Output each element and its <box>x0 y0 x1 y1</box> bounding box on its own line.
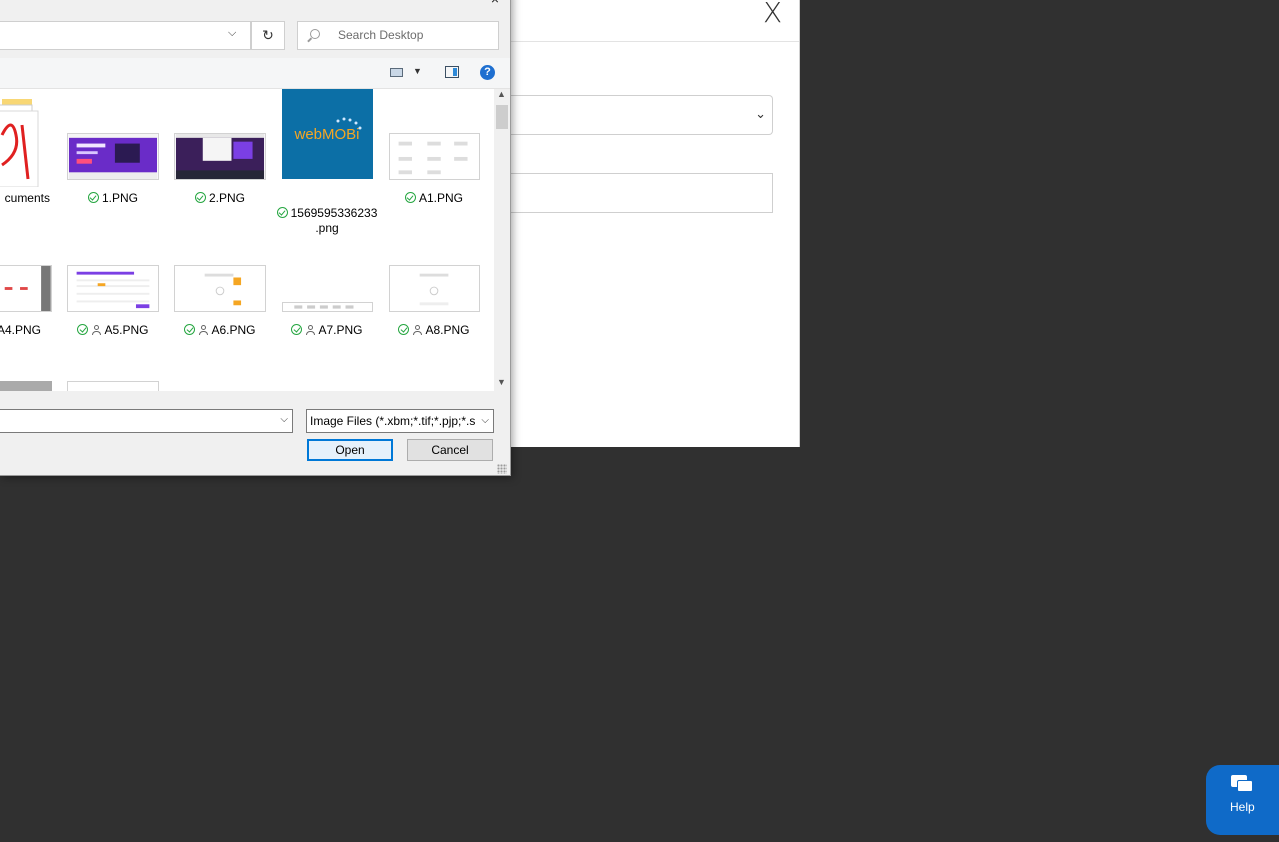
shared-user-icon <box>412 325 422 335</box>
refresh-button[interactable]: ↻ <box>251 21 285 50</box>
preview-pane-icon[interactable] <box>445 66 459 78</box>
sync-check-icon <box>77 324 89 335</box>
chevron-down-icon: ⌵ <box>481 415 489 426</box>
change-view-icon[interactable] <box>390 68 403 77</box>
shared-user-icon <box>305 325 315 335</box>
file-item-label: A5.PNG <box>58 323 168 338</box>
thumbnail-image <box>67 133 159 180</box>
file-item-label: 2.PNG <box>165 191 275 206</box>
vertical-scrollbar[interactable]: ▲ ▼ <box>494 89 510 391</box>
modal-select[interactable]: ⌄ <box>480 95 773 135</box>
search-icon <box>310 29 320 39</box>
dialog-close-button[interactable]: × <box>486 0 504 6</box>
thumbnail-image <box>67 265 159 312</box>
search-placeholder: Search Desktop <box>338 28 424 42</box>
dialog-toolbar: ▼ ? <box>0 58 510 89</box>
sync-check-icon <box>194 192 206 203</box>
thumbnail-image[interactable] <box>0 381 52 391</box>
thumbnail-image <box>389 133 480 180</box>
modal-input[interactable] <box>480 173 773 213</box>
help-chat-button[interactable]: Help <box>1206 765 1279 835</box>
pdf-icon <box>0 99 48 187</box>
thumbnail-image <box>174 133 266 180</box>
chevron-down-icon[interactable]: ⌵ <box>280 414 288 425</box>
sync-check-icon <box>291 324 303 335</box>
filename-input[interactable]: ⌵ <box>0 409 293 433</box>
file-type-value: Image Files (*.xbm;*.tif;*.pjp;*.s <box>310 414 476 428</box>
sync-check-icon <box>276 207 288 218</box>
shared-user-icon <box>91 325 101 335</box>
file-list[interactable]: cuments 1.PNG 2.PNG webMOBi 156959533623… <box>0 89 494 391</box>
scroll-down-arrow-icon[interactable]: ▼ <box>497 377 506 387</box>
file-type-select[interactable]: Image Files (*.xbm;*.tif;*.pjp;*.s ⌵ <box>306 409 494 433</box>
resize-grip[interactable] <box>497 464 507 474</box>
file-item-label: 1.PNG <box>58 191 168 206</box>
thumbnail-image <box>0 265 52 312</box>
file-item-label: A1.PNG <box>379 191 489 206</box>
open-button[interactable]: Open <box>307 439 393 461</box>
logo-text: webMOBi <box>293 126 359 143</box>
file-item-label: 1569595336233 .png <box>272 191 382 236</box>
thumbnail-image <box>174 265 266 312</box>
sync-check-icon <box>404 192 416 203</box>
help-label: Help <box>1230 800 1255 814</box>
file-item-label: A4.PNG <box>0 323 41 337</box>
chat-bubbles-icon <box>1231 775 1253 792</box>
scroll-up-arrow-icon[interactable]: ▲ <box>497 89 506 99</box>
sync-check-icon <box>87 192 99 203</box>
sync-check-icon <box>398 324 410 335</box>
file-item-label: cuments <box>4 191 50 205</box>
chevron-down-icon: ⌄ <box>755 106 766 121</box>
sync-check-icon <box>184 324 196 335</box>
modal-close-button[interactable]: X <box>763 0 782 29</box>
view-options-dropdown-icon[interactable]: ▼ <box>413 66 422 76</box>
thumbnail-image[interactable] <box>67 381 159 391</box>
shared-user-icon <box>198 325 208 335</box>
address-bar[interactable]: ⌵ <box>0 21 251 50</box>
search-input[interactable]: Search Desktop <box>297 21 499 50</box>
file-item-label: A8.PNG <box>379 323 489 338</box>
help-icon[interactable]: ? <box>480 65 495 80</box>
file-open-dialog: × ⌵ ↻ Search Desktop ▼ ? cuments <box>0 0 511 476</box>
webmobi-logo-thumbnail: webMOBi <box>282 89 373 179</box>
thumbnail-image <box>282 302 373 312</box>
thumbnail-image <box>389 265 480 312</box>
scrollbar-thumb[interactable] <box>496 105 508 129</box>
file-item-label: A6.PNG <box>165 323 275 338</box>
address-dropdown-icon[interactable]: ⌵ <box>228 27 236 40</box>
file-item-label: A7.PNG <box>272 323 382 338</box>
cancel-button[interactable]: Cancel <box>407 439 493 461</box>
